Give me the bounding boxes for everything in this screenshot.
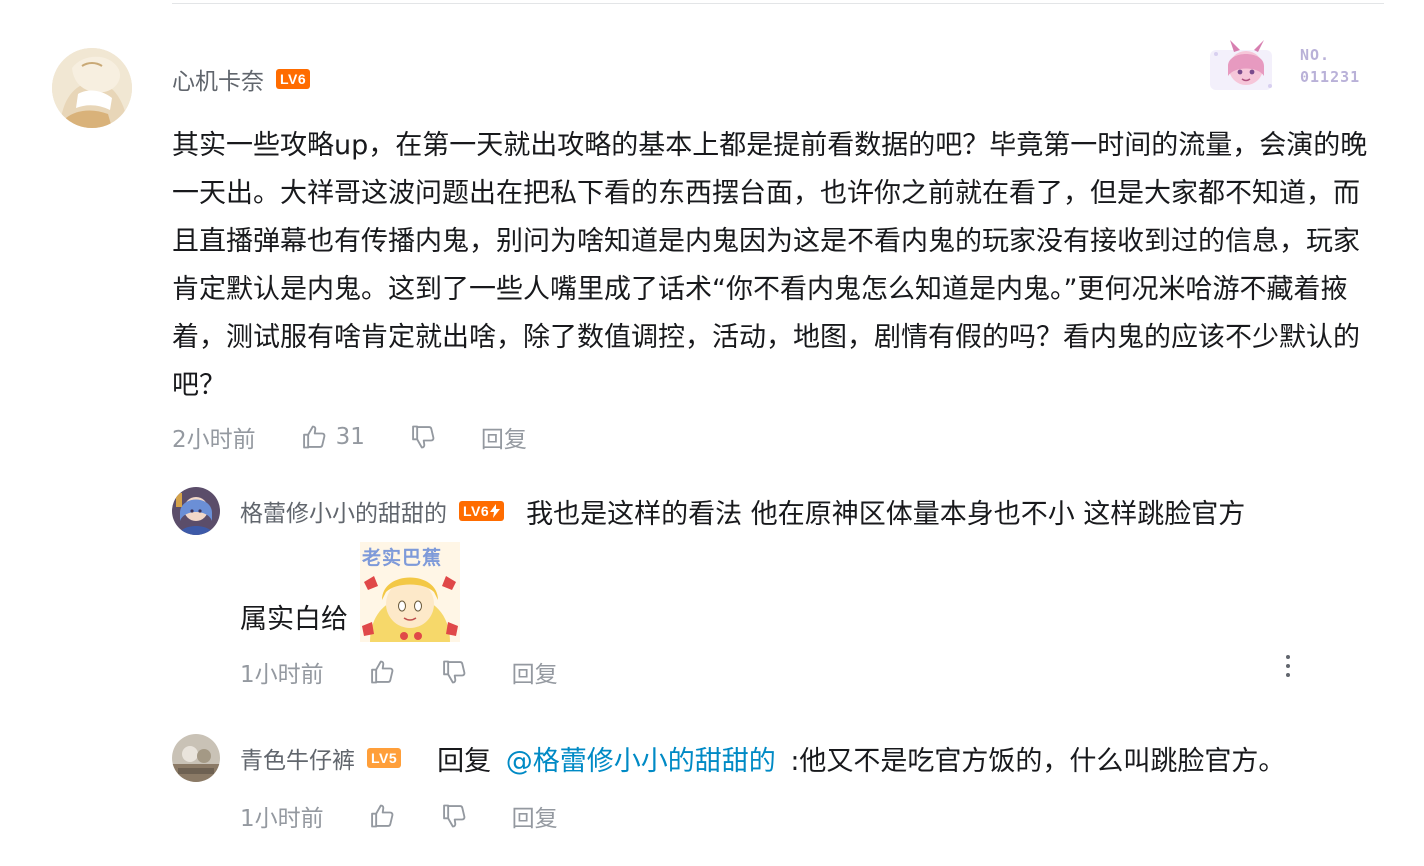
thumbs-up-icon [302, 425, 326, 449]
top-divider [172, 3, 1384, 4]
reply-actions: 1小时前 回复 [240, 656, 558, 688]
reply-header: 格蕾修小小的甜甜的 LV6 我也是这样的看法 他在原神区体量本身也不小 这样跳脸… [240, 490, 1245, 532]
thumbs-down-icon [412, 425, 435, 449]
comment-header: 心机卡奈 LV6 [172, 62, 311, 96]
avatar[interactable] [172, 487, 220, 535]
reply-time: 1小时前 [240, 806, 324, 832]
username[interactable]: 青色牛仔裤 [240, 741, 355, 775]
like-button[interactable] [368, 802, 396, 830]
reply-time: 1小时前 [240, 662, 324, 688]
like-button[interactable]: 31 [300, 423, 365, 451]
thumbs-up-icon [370, 804, 394, 828]
reply-header: 青色牛仔裤 LV5 回复 @格蕾修小小的甜甜的 :他又不是吃官方饭的，什么叫跳脸… [240, 737, 1285, 779]
reply-prefix: 回复 [437, 745, 492, 777]
mention-link[interactable]: @格蕾修小小的甜甜的 [506, 746, 776, 777]
thumbs-up-icon [370, 660, 394, 684]
lightning-icon [490, 504, 501, 518]
fan-badge-value: 011231 [1300, 68, 1361, 86]
level-badge: LV5 [367, 748, 402, 768]
username[interactable]: 格蕾修小小的甜甜的 [240, 494, 447, 528]
sticker-image: 老实巴蕉 [360, 542, 460, 642]
dislike-button[interactable] [440, 658, 468, 686]
thumbs-down-icon [442, 660, 466, 684]
sticker-caption: 老实巴蕉 [362, 547, 443, 569]
reply-text-continued: 属实白给 [240, 604, 348, 635]
fan-badge-number: NO. 011231 [1300, 44, 1360, 88]
reply-text: 回复 @格蕾修小小的甜甜的 :他又不是吃官方饭的，什么叫跳脸官方。 [437, 739, 1285, 778]
reply-text: 我也是这样的看法 他在原神区体量本身也不小 这样跳脸官方 [526, 498, 1246, 530]
thumbs-down-icon [442, 804, 466, 828]
fan-badge: NO. 011231 [1206, 36, 1386, 96]
comment-text: 其实一些攻略up，在第一天就出攻略的基本上都是提前看数据的吧？毕竟第一时间的流量… [172, 130, 1368, 401]
comment-time: 2小时前 [172, 427, 256, 453]
fan-badge-label: NO. [1300, 46, 1331, 64]
level-badge-text: LV6 [463, 503, 490, 519]
reply-button[interactable]: 回复 [512, 655, 558, 689]
reply-actions: 1小时前 回复 [240, 800, 558, 832]
reply-body: :他又不是吃官方饭的，什么叫跳脸官方。 [790, 745, 1286, 777]
avatar[interactable] [52, 48, 132, 128]
more-vertical-icon[interactable] [1276, 650, 1300, 682]
like-count: 31 [335, 424, 365, 450]
dislike-button[interactable] [409, 423, 437, 451]
username[interactable]: 心机卡奈 [172, 62, 264, 96]
level-badge: LV6 [459, 501, 505, 521]
reply-button[interactable]: 回复 [481, 420, 527, 454]
avatar[interactable] [172, 734, 220, 782]
comment-actions: 2小时前 31 回复 [172, 421, 527, 453]
like-button[interactable] [368, 658, 396, 686]
dislike-button[interactable] [440, 802, 468, 830]
level-badge: LV6 [276, 69, 311, 89]
reply-button[interactable]: 回复 [512, 799, 558, 833]
